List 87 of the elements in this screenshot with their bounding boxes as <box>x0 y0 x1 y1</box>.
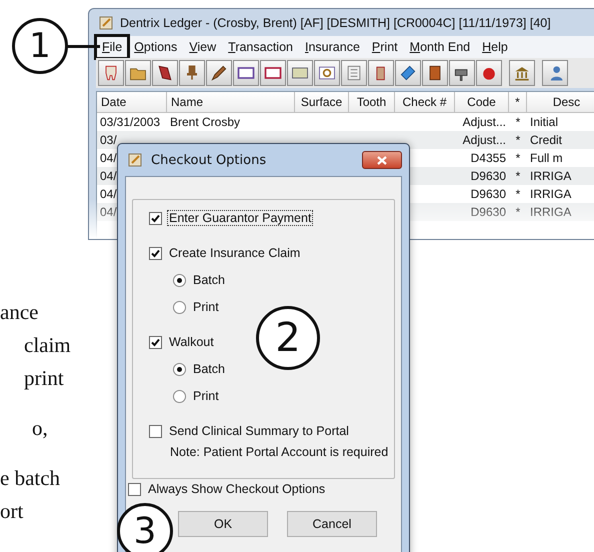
window-title: Dentrix Ledger - (Crosby, Brent) [AF] [DESMITH] [CR0004C] [11/11/1973] [40] <box>120 16 551 30</box>
radio-label: Print <box>192 389 220 403</box>
checkbox[interactable] <box>149 424 162 438</box>
table-cell-text: 04/ <box>99 204 118 221</box>
table-cell-text: Initial <box>529 114 560 131</box>
toolbar-button[interactable] <box>395 60 421 86</box>
column-header[interactable]: Surface <box>295 92 349 113</box>
table-cell-text: * <box>514 150 522 167</box>
toolbar-button[interactable] <box>449 60 475 86</box>
pen-icon <box>209 63 229 83</box>
toolbar-button[interactable] <box>422 60 448 86</box>
table-cell-text: Credit <box>529 132 564 149</box>
radio-button[interactable] <box>173 390 186 402</box>
table-cell-text: IRRIGA <box>529 204 572 221</box>
toolbar-button[interactable] <box>98 60 124 86</box>
table-cell-text: * <box>514 204 522 221</box>
toolbar-button[interactable] <box>314 60 340 86</box>
leader-line <box>66 45 100 48</box>
body-text: print <box>23 365 65 392</box>
note-text: Note: Patient Portal Account is required <box>169 445 390 459</box>
column-header[interactable]: Code <box>455 92 509 113</box>
toolbar-button[interactable] <box>476 60 502 86</box>
cancel-button[interactable]: Cancel <box>287 511 377 537</box>
table-cell-text: Adjust... <box>462 132 507 149</box>
toolbar-button[interactable] <box>260 60 286 86</box>
ok-button[interactable]: OK <box>178 511 268 537</box>
table-cell-text: IRRIGA <box>529 168 572 185</box>
table-cell-text: IRRIGA <box>529 186 572 203</box>
radio-button[interactable] <box>173 274 186 286</box>
table-cell-text: 03/ <box>99 132 118 149</box>
menu-item[interactable]: Options <box>128 36 184 58</box>
table-cell-text: * <box>514 114 522 131</box>
table-cell-text: Full m <box>529 150 564 167</box>
menu-item[interactable]: Month End <box>404 36 476 58</box>
menu-item[interactable]: Print <box>366 36 404 58</box>
table-cell-text: Brent Crosby <box>169 114 242 131</box>
checkbox[interactable] <box>149 212 162 224</box>
radio-label: Batch <box>192 273 226 287</box>
checkbox-label: Enter Guarantor Payment <box>168 211 312 225</box>
body-text: ort <box>0 498 24 525</box>
table-cell-text: D9630 <box>470 204 507 221</box>
menu-item[interactable]: View <box>183 36 222 58</box>
toolbar-button[interactable] <box>368 60 394 86</box>
table-cell-text: D9630 <box>470 168 507 185</box>
body-text: claim <box>23 332 72 359</box>
close-icon <box>377 156 387 164</box>
menu-item[interactable]: File <box>96 36 128 58</box>
close-button[interactable] <box>362 151 402 169</box>
radio-label: Batch <box>192 362 226 376</box>
table-cell-text: D4355 <box>470 150 507 167</box>
table-cell-text: D9630 <box>470 186 507 203</box>
toolbar-button[interactable] <box>206 60 232 86</box>
table-cell-text: * <box>514 168 522 185</box>
toolbar-button[interactable] <box>233 60 259 86</box>
column-header[interactable]: * <box>509 92 527 113</box>
column-header[interactable]: Desc <box>527 92 594 113</box>
callout-number: 1 <box>12 18 68 74</box>
table-cell-text: Adjust... <box>462 114 507 131</box>
checkbox-label: Walkout <box>168 335 215 349</box>
table-cell-text: 04/ <box>99 168 118 185</box>
body-text: o, <box>31 415 49 442</box>
menu-item[interactable]: Help <box>476 36 514 58</box>
body-text: ance <box>0 299 40 326</box>
column-header[interactable]: Name <box>167 92 295 113</box>
checkbox[interactable] <box>128 482 141 496</box>
table-cell-text: 04/ <box>99 150 118 167</box>
body-text: e batch <box>0 465 62 492</box>
column-header[interactable]: Tooth <box>349 92 395 113</box>
toolbar-button[interactable] <box>179 60 205 86</box>
menu-item[interactable]: Transaction <box>222 36 299 58</box>
column-header[interactable]: Check # <box>395 92 455 113</box>
radio-label: Print <box>192 300 220 314</box>
checkbox[interactable] <box>149 336 162 348</box>
checkbox-label: Send Clinical Summary to Portal <box>168 424 350 438</box>
checkbox-label: Always Show Checkout Options <box>147 482 326 496</box>
column-header[interactable]: Date <box>97 92 167 113</box>
table-cell-text: * <box>514 132 522 149</box>
radio-button[interactable] <box>173 300 186 314</box>
checkbox-label: Create Insurance Claim <box>168 246 302 260</box>
table-cell-text: * <box>514 186 522 203</box>
menu-item[interactable]: Insurance <box>299 36 366 58</box>
table-cell-text: 03/31/2003 <box>99 114 162 131</box>
table-cell-text: 04/ <box>99 186 118 203</box>
dialog-title: Checkout Options <box>151 152 266 168</box>
radio-button[interactable] <box>173 362 186 376</box>
toolbar-button[interactable] <box>152 60 178 86</box>
checkbox[interactable] <box>149 246 162 260</box>
